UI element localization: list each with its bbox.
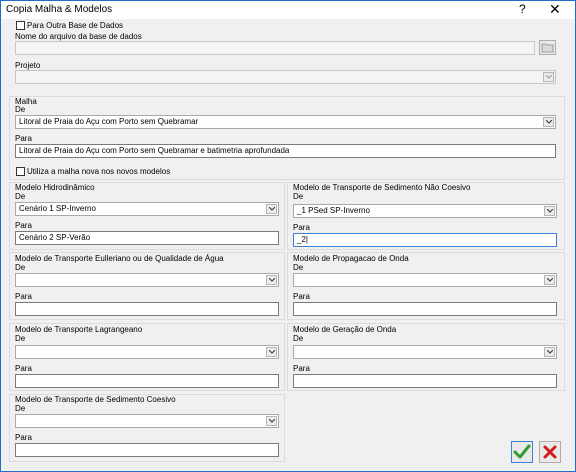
noncohesive-from-value: _1 PSed SP-Inverno	[297, 206, 370, 215]
hydro-from-select[interactable]: Cenário 1 SP-Inverno	[15, 202, 279, 216]
lagrangian-to-input[interactable]	[15, 374, 279, 388]
wave-model-label: Modelo de Propagacao de Onda	[293, 254, 409, 263]
database-file-input[interactable]	[15, 41, 535, 55]
hydro-from-value: Cenário 1 SP-Inverno	[19, 204, 96, 213]
lagrangian-model-label: Modelo de Transporte Lagrangeano	[15, 325, 143, 334]
eulerian-model-label: Modelo de Transporte Eulleriano ou de Qu…	[15, 254, 224, 263]
eulerian-from-select[interactable]	[15, 273, 279, 287]
mesh-from-value: Litoral de Praia do Açu com Porto sem Qu…	[19, 117, 199, 126]
wave-generation-from-label: De	[293, 334, 304, 343]
cohesive-to-input[interactable]	[15, 443, 279, 457]
chevron-down-icon	[544, 347, 555, 357]
lagrangian-from-label: De	[15, 334, 26, 343]
hydro-to-input[interactable]: Cenário 2 SP-Verão	[15, 231, 279, 245]
cancel-x-icon	[543, 445, 557, 459]
close-button[interactable]: ✕	[549, 1, 561, 18]
wave-from-label: De	[293, 263, 304, 272]
mesh-to-label: Para	[15, 134, 32, 143]
use-new-mesh-label: Utiliza a malha nova nos novos modelos	[27, 167, 171, 176]
hydro-model-label: Modelo Hidrodinâmico	[15, 183, 95, 192]
lagrangian-from-select[interactable]	[15, 345, 279, 359]
noncohesive-from-select[interactable]: _1 PSed SP-Inverno	[293, 204, 557, 218]
folder-icon	[541, 43, 554, 53]
project-select[interactable]	[15, 70, 556, 84]
cohesive-from-select[interactable]	[15, 414, 279, 428]
chevron-down-icon	[266, 416, 277, 426]
hydro-to-label: Para	[15, 221, 32, 230]
hydro-from-label: De	[15, 192, 26, 201]
help-button[interactable]: ?	[519, 2, 526, 16]
mesh-from-select[interactable]: Litoral de Praia do Açu com Porto sem Qu…	[15, 115, 556, 129]
use-new-mesh-checkbox[interactable]	[16, 167, 25, 176]
cohesive-model-label: Modelo de Transporte de Sedimento Coesiv…	[15, 395, 176, 404]
cohesive-to-label: Para	[15, 433, 32, 442]
wave-generation-to-input[interactable]	[293, 374, 557, 388]
ok-button[interactable]	[511, 441, 533, 463]
cancel-button[interactable]	[539, 441, 561, 463]
chevron-down-icon	[543, 117, 554, 127]
wave-from-select[interactable]	[293, 273, 557, 287]
chevron-down-icon	[266, 347, 277, 357]
chevron-down-icon	[544, 206, 555, 216]
eulerian-from-label: De	[15, 263, 26, 272]
wave-generation-model-label: Modelo de Geração de Onda	[293, 325, 397, 334]
noncohesive-to-label: Para	[293, 223, 310, 232]
window-title: Copia Malha & Modelos	[6, 4, 113, 15]
check-icon	[513, 444, 531, 459]
wave-to-input[interactable]	[293, 302, 557, 316]
dialog-window: Copia Malha & Modelos ? ✕ Para Outra Bas…	[0, 0, 576, 472]
eulerian-to-input[interactable]	[15, 302, 279, 316]
other-database-checkbox[interactable]	[16, 21, 25, 30]
database-file-label: Nome do arquivo da base de dados	[15, 32, 142, 41]
noncohesive-to-input[interactable]: _2|	[293, 233, 557, 247]
title-bar: Copia Malha & Modelos ? ✕	[1, 1, 575, 19]
mesh-from-label: De	[15, 105, 26, 114]
wave-generation-from-select[interactable]	[293, 345, 557, 359]
project-label: Projeto	[15, 61, 41, 70]
lagrangian-to-label: Para	[15, 364, 32, 373]
noncohesive-from-label: De	[293, 192, 304, 201]
chevron-down-icon	[266, 275, 277, 285]
cohesive-from-label: De	[15, 404, 26, 413]
wave-generation-to-label: Para	[293, 364, 310, 373]
noncohesive-model-label: Modelo de Transporte de Sedimento Não Co…	[293, 183, 471, 192]
chevron-down-icon	[544, 275, 555, 285]
mesh-to-input[interactable]: Litoral de Praia do Açu com Porto sem Qu…	[15, 144, 556, 158]
wave-to-label: Para	[293, 292, 310, 301]
browse-file-button[interactable]	[539, 40, 556, 55]
chevron-down-icon	[266, 204, 277, 214]
chevron-down-icon	[543, 72, 554, 82]
eulerian-to-label: Para	[15, 292, 32, 301]
other-database-label: Para Outra Base de Dados	[27, 21, 124, 30]
